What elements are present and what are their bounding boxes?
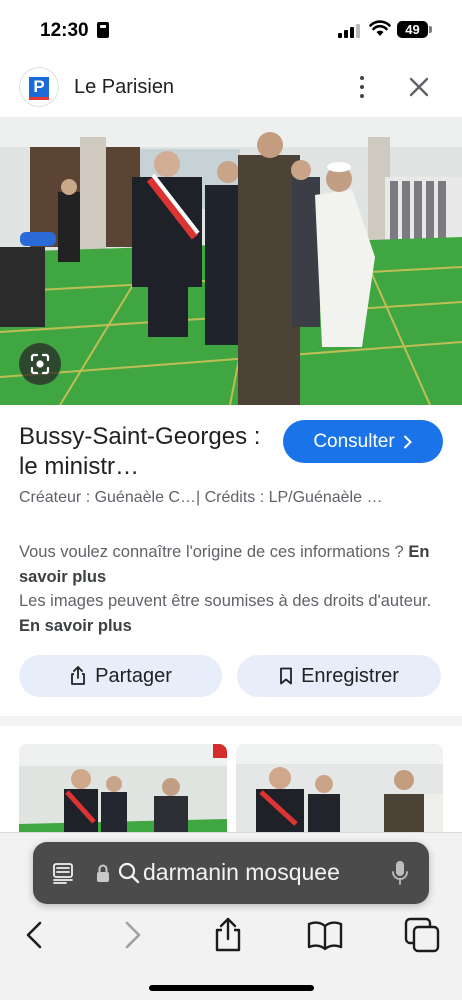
related-photo-1: [19, 744, 227, 844]
more-icon[interactable]: [350, 72, 374, 102]
share-sheet-icon[interactable]: [208, 915, 248, 955]
info-text: Vous voulez connaître l'origine de ces i…: [19, 540, 439, 638]
consult-button[interactable]: Consulter: [283, 420, 443, 463]
save-label: Enregistrer: [301, 664, 399, 687]
clock: 12:30: [40, 20, 89, 41]
related-image-1[interactable]: [19, 744, 227, 844]
back-icon[interactable]: [14, 915, 54, 955]
wifi-icon: [369, 20, 391, 36]
tabs-icon[interactable]: [402, 915, 442, 955]
close-icon[interactable]: [404, 72, 434, 102]
lock-icon: [97, 864, 109, 882]
info-line-2: Les images peuvent être soumises à des d…: [19, 592, 432, 610]
consult-label: Consulter: [313, 430, 395, 452]
photo-illustration: [0, 117, 462, 405]
source-logo[interactable]: P: [20, 68, 58, 106]
status-bar: 12:30 49: [0, 0, 462, 60]
learn-more-link-2[interactable]: En savoir plus: [19, 617, 132, 635]
browser-toolbar: darmanin mosquee: [0, 832, 462, 1000]
share-button[interactable]: Partager: [19, 655, 222, 697]
forward-icon[interactable]: [112, 915, 152, 955]
logo-accent-bar: [29, 97, 49, 100]
focus-mode-icon: [97, 22, 109, 38]
search-query[interactable]: darmanin mosquee: [143, 859, 340, 886]
logo-letter: P: [29, 77, 49, 97]
source-name[interactable]: Le Parisien: [74, 76, 174, 99]
main-photo[interactable]: [0, 117, 462, 405]
section-divider: [0, 716, 462, 726]
bookmarks-icon[interactable]: [305, 915, 345, 955]
microphone-icon[interactable]: [391, 860, 409, 886]
bookmark-icon: [280, 667, 292, 685]
cellular-signal-icon: [338, 22, 362, 38]
search-icon: [118, 862, 140, 884]
info-line-1: Vous voulez connaître l'origine de ces i…: [19, 543, 404, 561]
share-label: Partager: [95, 664, 172, 687]
result-title[interactable]: Bussy-Saint-Georges : le ministr…: [19, 422, 274, 482]
address-bar[interactable]: darmanin mosquee: [33, 842, 429, 904]
source-header: P Le Parisien: [0, 62, 462, 114]
chevron-right-icon: [403, 435, 412, 448]
share-icon: [71, 666, 86, 685]
home-indicator[interactable]: [149, 985, 314, 991]
image-credits: Créateur : Guénaèle C…| Crédits : LP/Gué…: [19, 489, 383, 506]
lens-button[interactable]: [19, 343, 61, 385]
lens-icon: [30, 353, 50, 375]
battery-cap: [429, 26, 432, 33]
reader-icon[interactable]: [51, 861, 75, 885]
related-photo-2: [236, 744, 443, 844]
save-button[interactable]: Enregistrer: [237, 655, 441, 697]
related-image-2[interactable]: [236, 744, 443, 844]
battery-icon: 49: [397, 21, 428, 38]
